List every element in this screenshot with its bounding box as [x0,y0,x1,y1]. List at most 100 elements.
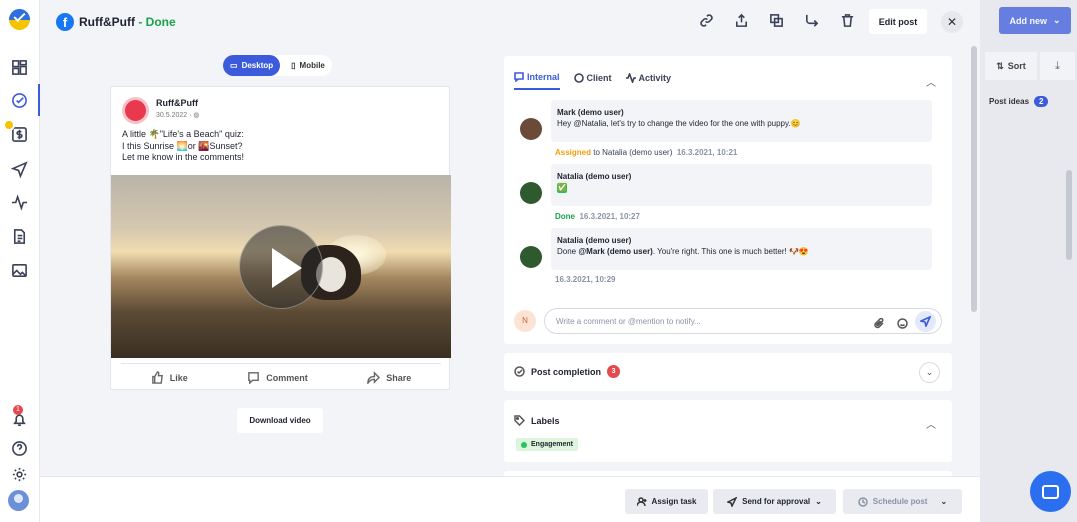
event-action: Assigned [555,148,592,157]
add-new-button[interactable]: Add new ⌄ [999,7,1071,34]
send-icon [920,316,931,327]
post-title: Ruff&Puff - Done [79,15,176,29]
comment-icon [248,372,260,384]
play-icon[interactable] [239,225,323,309]
link-icon[interactable] [699,13,716,30]
event-action: Done [555,212,575,221]
post-text-line: A little 🌴"Life's a Beach" quiz: [122,129,244,139]
labels-section: Labels ︿ Engagement [504,400,952,462]
duplicate-icon[interactable] [769,13,786,30]
download-video-button[interactable]: Download video [237,408,323,433]
comment-button[interactable]: Comment [247,371,308,384]
event-detail: to Natalia (demo user) [591,148,673,157]
event-time: 16.3.2021, 10:21 [676,148,738,157]
like-label: Like [169,372,188,383]
sort-icon: ⇅ [996,60,1004,71]
post-completion-header: Post completion 3 [514,365,621,378]
chevron-up-icon[interactable]: ︿ [926,74,936,89]
send-icon[interactable] [10,160,28,178]
post-detail-modal: f Ruff&Puff - Done Edit post ✕ ▭ Desktop … [40,0,980,522]
post-ideas-count: 2 [1034,96,1049,107]
download-icon[interactable]: ⤓ [1040,52,1075,80]
send-for-approval-button[interactable]: Send for approval ⌄ [713,489,836,514]
schedule-post-button[interactable]: Schedule post ⌄ [843,489,962,514]
page-avatar [122,97,149,124]
brand-name: Ruff&Puff [79,15,135,29]
tasks-icon[interactable] [10,91,28,109]
post-status: Done [145,15,176,29]
analytics-icon[interactable] [10,193,28,211]
share-arrow-icon [367,371,381,384]
bubble-icon [573,73,584,83]
post-ideas-column[interactable]: Post ideas 2 [989,96,1049,107]
video-thumbnail[interactable] [111,175,451,358]
current-user-avatar: N [514,310,536,332]
tab-client[interactable]: Client [573,72,612,90]
send-comment-button[interactable] [915,311,936,332]
activity-icon [625,73,636,83]
facebook-icon: f [56,13,74,31]
post-ideas-label: Post ideas [989,97,1030,106]
share-icon[interactable] [734,13,751,30]
sort-button[interactable]: ⇅ Sort [985,52,1037,80]
assign-task-button[interactable]: Assign task [625,489,708,514]
post-text: A little 🌴"Life's a Beach" quiz: I this … [122,129,442,164]
chevron-down-icon: ⌄ [1052,15,1061,25]
comment-text: . You're right. This one is much better!… [652,247,809,256]
support-chat-button[interactable] [1030,471,1071,512]
tab-activity[interactable]: Activity [625,72,672,90]
background-scrollbar[interactable] [1066,170,1072,260]
comment-event: 16.3.2021, 10:29 [555,275,616,284]
attach-icon[interactable] [874,316,885,329]
share-post-button[interactable]: Share [367,371,411,384]
media-icon[interactable] [10,261,28,279]
tab-activity-label: Activity [638,73,672,83]
label-chip[interactable]: Engagement [516,438,579,451]
coin-badge-icon [3,119,15,131]
tab-internal[interactable]: Internal [514,72,560,90]
comment-bubble: Natalia (demo user) ✅ [551,164,932,206]
globe-icon: ◍ [193,112,200,119]
emoji-icon[interactable] [897,316,908,329]
post-completion-section[interactable]: Post completion 3 ⌄ [504,353,952,391]
post-actions: Like Comment Share [121,363,441,391]
mobile-tab[interactable]: ▯ Mobile [284,55,332,76]
comment-text: Done [557,247,579,256]
comment-bubble: Mark (demo user) Hey @Natalia, let's try… [551,100,932,142]
document-icon[interactable] [10,227,28,245]
completion-count-badge: 3 [607,365,621,378]
forward-icon[interactable] [804,13,821,30]
comment-bubble: Natalia (demo user) Done @Mark (demo use… [551,228,932,270]
modal-scrollbar[interactable] [971,46,977,312]
comment-label: Comment [266,372,308,383]
chevron-up-icon[interactable]: ︿ [926,416,936,431]
labels-header: Labels [514,415,560,426]
chat-icon [514,72,524,82]
edit-post-button[interactable]: Edit post [869,9,927,34]
desktop-tab[interactable]: ▭ Desktop [223,55,281,76]
post-preview-card: Ruff&Puff 30.5.2022 · ◍ A little 🌴"Life'… [110,86,451,391]
close-icon[interactable]: ✕ [941,11,963,33]
user-avatar[interactable] [8,490,29,511]
chevron-down-icon: ⌄ [940,497,948,506]
trash-icon[interactable] [840,13,857,30]
label-text: Engagement [531,441,574,448]
mobile-icon: ▯ [291,61,296,70]
chevron-down-icon[interactable]: ⌄ [919,362,940,383]
dashboard-icon[interactable] [10,58,28,76]
comment-text: ✅ [557,183,567,193]
avatar [520,182,542,204]
comment-author: Natalia (demo user) [557,172,632,181]
post-completion-label: Post completion [531,366,602,377]
tab-client-label: Client [586,73,612,83]
comment-mention[interactable]: @Mark (demo user) [578,247,652,256]
like-button[interactable]: Like [151,371,188,384]
app-logo[interactable] [9,9,30,30]
check-circle-icon [514,366,525,377]
settings-icon[interactable] [10,465,28,483]
sort-label: Sort [1007,61,1026,71]
mobile-label: Mobile [299,61,325,70]
help-icon[interactable] [10,439,28,457]
modal-header: f Ruff&Puff - Done Edit post ✕ [40,0,980,44]
add-new-label: Add new [1009,15,1047,26]
